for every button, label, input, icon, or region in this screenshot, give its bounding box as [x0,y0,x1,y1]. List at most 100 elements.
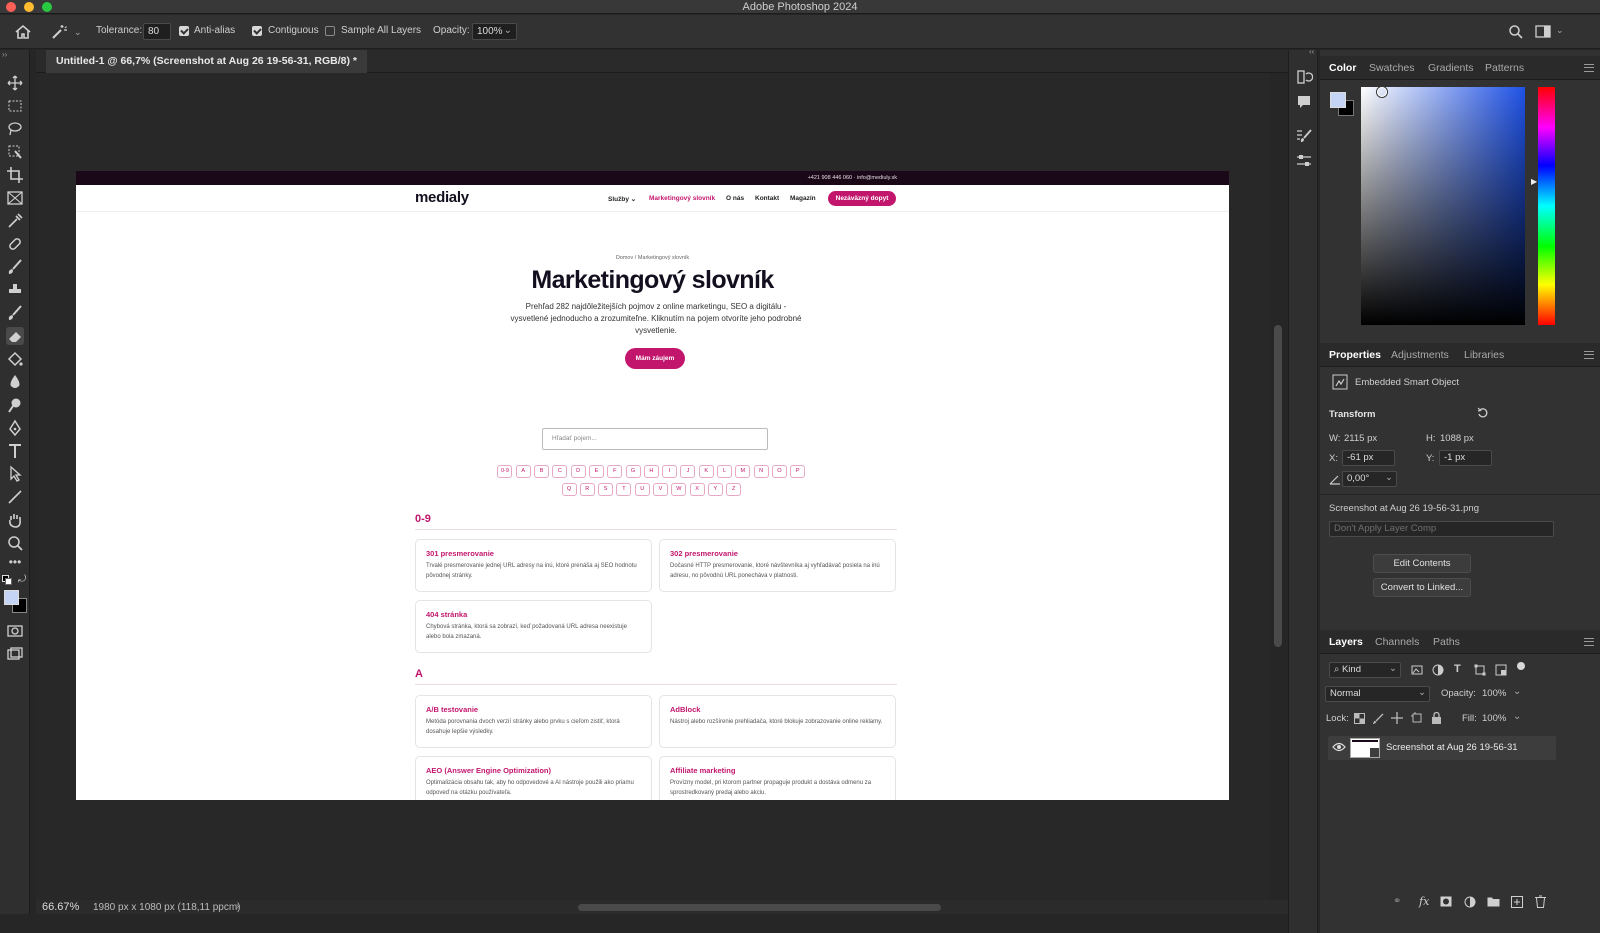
default-colors-icon[interactable] [2,575,12,585]
angle-input[interactable]: 0,00° ⌄ [1342,471,1397,487]
horizontal-scroll-thumb[interactable] [578,904,941,911]
line-tool-icon[interactable] [6,488,24,506]
marquee-tool-icon[interactable] [6,97,24,115]
chevron-right-icon[interactable]: › [236,901,239,912]
lock-all-icon[interactable] [1431,712,1442,724]
filter-shape-layer-icon[interactable] [1474,664,1486,676]
width-value[interactable]: 2115 px [1344,433,1377,444]
document-canvas[interactable]: +421 908 446 060 · info@mediuly.sk media… [76,171,1229,800]
contiguous-checkbox[interactable] [252,26,262,36]
path-selection-tool-icon[interactable] [6,465,24,483]
tab-patterns[interactable]: Patterns [1485,62,1524,74]
tab-swatches[interactable]: Swatches [1369,62,1415,74]
brush-tool-icon[interactable] [6,258,24,276]
document-info[interactable]: 1980 px x 1080 px (118,11 ppcm) [93,902,241,913]
quick-mask-icon[interactable] [6,622,24,640]
properties-panel-menu-icon[interactable] [1584,351,1594,359]
history-brush-tool-icon[interactable] [6,304,24,322]
filter-type-layer-icon[interactable]: T [1454,663,1461,675]
magic-wand-tool-icon[interactable] [50,23,68,41]
object-selection-tool-icon[interactable] [6,143,24,161]
link-layers-icon[interactable]: ⚭ [1393,896,1401,907]
tab-paths[interactable]: Paths [1433,636,1460,648]
new-layer-icon[interactable] [1511,896,1523,908]
edit-contents-button[interactable]: Edit Contents [1373,554,1471,573]
brush-settings-icon[interactable] [1295,127,1313,145]
reset-transform-icon[interactable] [1477,407,1489,419]
vertical-scroll-thumb[interactable] [1274,325,1282,647]
color-panel-menu-icon[interactable] [1584,64,1594,72]
dodge-tool-icon[interactable] [6,396,24,414]
layer-comp-select[interactable]: Don't Apply Layer Comp [1329,521,1554,537]
document-tab[interactable]: Untitled-1 @ 66,7% (Screenshot at Aug 26… [46,50,368,73]
foreground-color-chip[interactable] [1330,92,1346,108]
eye-icon[interactable] [1332,742,1346,752]
swap-colors-icon[interactable]: ⤾ [18,574,26,585]
zoom-tool-icon[interactable] [6,534,24,552]
layers-panel-menu-icon[interactable] [1584,638,1594,646]
sample-all-layers-checkbox[interactable] [325,26,335,36]
lock-transparent-pixels-icon[interactable] [1354,713,1365,724]
lock-image-pixels-icon[interactable] [1373,713,1384,724]
color-picker-handle[interactable] [1377,87,1387,97]
layer-opacity-value[interactable]: 100% [1482,688,1506,699]
eyedropper-tool-icon[interactable] [6,212,24,230]
trash-icon[interactable] [1535,895,1546,908]
eraser-tool-icon[interactable] [6,327,24,345]
workspace-icon[interactable] [1535,25,1551,39]
type-tool-icon[interactable] [6,442,24,460]
y-position-input[interactable]: -1 px [1439,450,1492,466]
lock-position-icon[interactable] [1391,712,1403,724]
collapse-dock-icon[interactable]: ‹‹ [1309,47,1314,56]
x-position-input[interactable]: -61 px [1342,450,1395,466]
hue-slider-handle[interactable]: ▶ [1531,177,1537,186]
tab-channels[interactable]: Channels [1375,636,1419,648]
collapse-toolbar-icon[interactable]: ›› [2,50,7,59]
chevron-down-icon[interactable]: ⌄ [1513,711,1521,722]
hand-tool-icon[interactable] [6,511,24,529]
layer-row[interactable]: Screenshot at Aug 26 19-56-31 [1328,736,1556,760]
frame-tool-icon[interactable] [6,189,24,207]
tab-libraries[interactable]: Libraries [1464,349,1504,361]
search-icon[interactable] [1508,24,1524,40]
chevron-down-icon[interactable]: ⌄ [1513,686,1521,697]
layer-filter-select[interactable]: ⌕ Kind ⌄ [1329,662,1401,678]
healing-brush-tool-icon[interactable] [6,235,24,253]
screen-mode-icon[interactable] [6,645,24,663]
blend-mode-select[interactable]: Normal ⌄ [1325,686,1430,702]
history-icon[interactable] [1295,68,1313,86]
add-mask-icon[interactable] [1440,896,1452,907]
clone-stamp-tool-icon[interactable] [6,281,24,299]
new-adjustment-layer-icon[interactable] [1464,896,1476,908]
anti-alias-checkbox[interactable] [179,26,189,36]
opacity-input[interactable]: 100% ⌄ [472,23,517,40]
lock-artboard-icon[interactable] [1411,712,1423,724]
tolerance-input[interactable]: 80 [143,23,171,40]
workspace-chevron-icon[interactable]: ⌄ [1556,25,1564,36]
lasso-tool-icon[interactable] [6,120,24,138]
color-field[interactable] [1361,87,1525,325]
home-icon[interactable] [14,24,32,40]
new-group-icon[interactable] [1487,896,1500,907]
tool-preset-chevron-icon[interactable]: ⌄ [74,27,82,38]
layer-name[interactable]: Screenshot at Aug 26 19-56-31 [1386,742,1518,753]
tab-layers[interactable]: Layers [1329,636,1363,648]
adjustments-sliders-icon[interactable] [1295,152,1313,170]
crop-tool-icon[interactable] [6,166,24,184]
fill-value[interactable]: 100% [1482,713,1506,724]
filter-smart-object-icon[interactable] [1495,664,1507,676]
height-value[interactable]: 1088 px [1440,433,1474,444]
zoom-level[interactable]: 66.67% [42,901,79,913]
pen-tool-icon[interactable] [6,419,24,437]
tab-adjustments[interactable]: Adjustments [1391,349,1449,361]
blur-tool-icon[interactable] [6,373,24,391]
foreground-color-swatch[interactable] [4,590,19,605]
filter-adjustment-layer-icon[interactable] [1432,664,1444,676]
tab-gradients[interactable]: Gradients [1428,62,1474,74]
paint-bucket-tool-icon[interactable] [6,350,24,368]
move-tool-icon[interactable] [6,74,24,92]
fx-icon[interactable]: fx [1419,895,1429,908]
hue-slider[interactable] [1538,87,1555,325]
filter-pixel-layer-icon[interactable] [1411,664,1423,676]
tab-color[interactable]: Color [1329,62,1356,74]
